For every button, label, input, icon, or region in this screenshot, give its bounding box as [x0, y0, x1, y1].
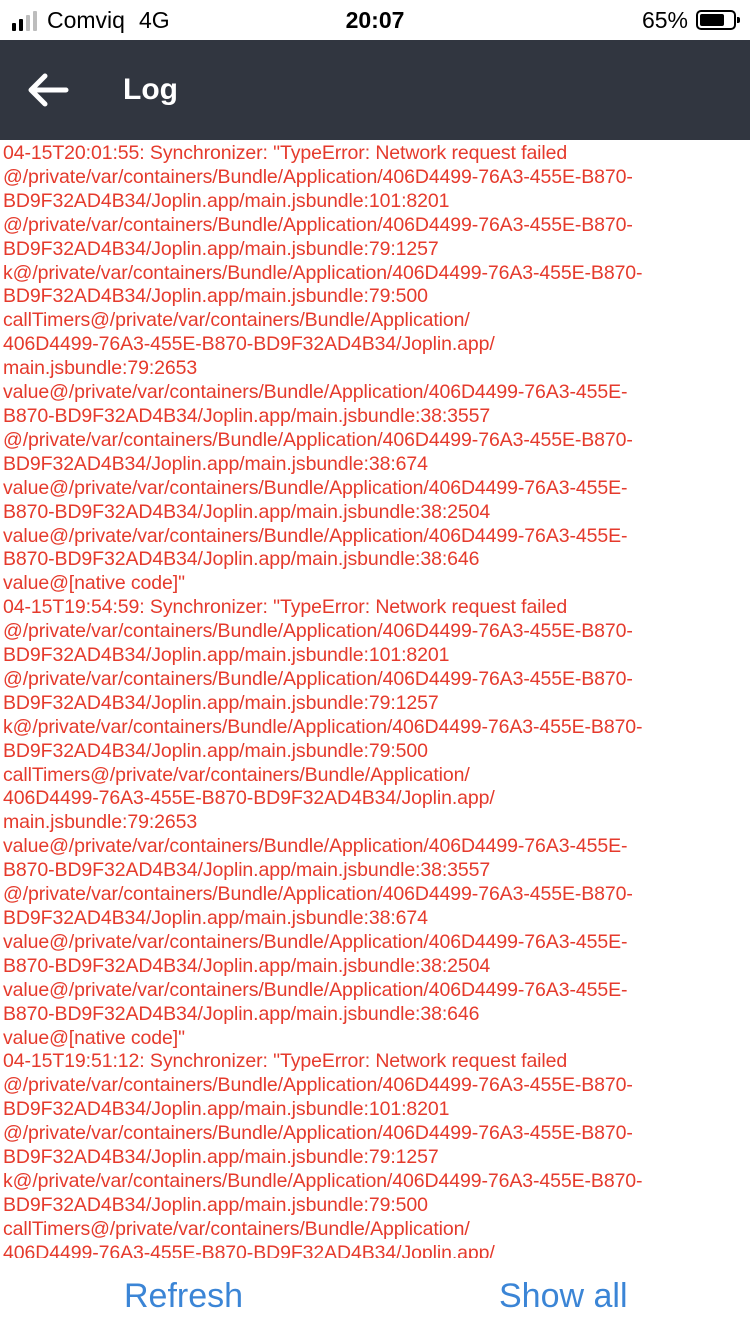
log-line: B870-BD9F32AD4B34/Joplin.app/main.jsbund…	[3, 548, 480, 571]
log-list: 04-15T20:01:55: Synchronizer: "TypeError…	[0, 140, 750, 1258]
battery-icon	[696, 10, 740, 30]
log-line: main.jsbundle:79:2653	[3, 357, 198, 380]
log-line: value@[native code]"	[3, 572, 185, 595]
log-line: @/private/var/containers/Bundle/Applicat…	[3, 667, 633, 690]
log-line: @/private/var/containers/Bundle/Applicat…	[3, 1074, 633, 1097]
log-line: B870-BD9F32AD4B34/Joplin.app/main.jsbund…	[3, 954, 491, 977]
log-line: B870-BD9F32AD4B34/Joplin.app/main.jsbund…	[3, 500, 491, 523]
log-line: BD9F32AD4B34/Joplin.app/main.jsbundle:79…	[3, 237, 439, 260]
log-line: value@/private/var/containers/Bundle/App…	[3, 524, 628, 547]
log-line: B870-BD9F32AD4B34/Joplin.app/main.jsbund…	[3, 404, 491, 427]
log-line: value@/private/var/containers/Bundle/App…	[3, 978, 628, 1001]
log-line: BD9F32AD4B34/Joplin.app/main.jsbundle:79…	[3, 285, 428, 308]
log-line: BD9F32AD4B34/Joplin.app/main.jsbundle:79…	[3, 1146, 439, 1169]
log-line: 04-15T19:51:12: Synchronizer: "TypeError…	[3, 1050, 568, 1073]
log-line: callTimers@/private/var/containers/Bundl…	[3, 1217, 470, 1240]
log-line: BD9F32AD4B34/Joplin.app/main.jsbundle:10…	[3, 1098, 450, 1121]
log-line: BD9F32AD4B34/Joplin.app/main.jsbundle:79…	[3, 739, 428, 762]
log-line: 04-15T20:01:55: Synchronizer: "TypeError…	[3, 142, 568, 164]
log-line: 406D4499-76A3-455E-B870-BD9F32AD4B34/Jop…	[3, 787, 495, 810]
log-line: 406D4499-76A3-455E-B870-BD9F32AD4B34/Jop…	[3, 1241, 495, 1258]
log-line: @/private/var/containers/Bundle/Applicat…	[3, 428, 633, 451]
page-title: Log	[123, 73, 178, 106]
log-line: value@/private/var/containers/Bundle/App…	[3, 476, 628, 499]
app-header: Log	[0, 40, 750, 140]
log-line: B870-BD9F32AD4B34/Joplin.app/main.jsbund…	[3, 1002, 480, 1025]
log-line: BD9F32AD4B34/Joplin.app/main.jsbundle:38…	[3, 452, 428, 475]
log-line: BD9F32AD4B34/Joplin.app/main.jsbundle:79…	[3, 691, 439, 714]
footer-toolbar: Refresh Show all	[0, 1258, 750, 1334]
log-line: k@/private/var/containers/Bundle/Applica…	[3, 715, 643, 738]
log-line: B870-BD9F32AD4B34/Joplin.app/main.jsbund…	[3, 859, 491, 882]
log-line: BD9F32AD4B34/Joplin.app/main.jsbundle:38…	[3, 907, 428, 929]
log-line: @/private/var/containers/Bundle/Applicat…	[3, 165, 633, 188]
back-button[interactable]	[16, 62, 80, 118]
log-line: BD9F32AD4B34/Joplin.app/main.jsbundle:10…	[3, 644, 450, 667]
log-line: value@[native code]"	[3, 1026, 185, 1049]
log-line: value@/private/var/containers/Bundle/App…	[3, 835, 628, 858]
log-line: @/private/var/containers/Bundle/Applicat…	[3, 213, 633, 236]
log-line: callTimers@/private/var/containers/Bundl…	[3, 309, 470, 332]
log-line: @/private/var/containers/Bundle/Applicat…	[3, 883, 633, 906]
show-all-button[interactable]: Show all	[499, 1274, 628, 1318]
log-line: main.jsbundle:79:2653	[3, 811, 198, 834]
log-line: @/private/var/containers/Bundle/Applicat…	[3, 1122, 633, 1145]
status-bar: Comviq 4G 20:07 65%	[0, 0, 750, 40]
refresh-button[interactable]: Refresh	[124, 1274, 243, 1318]
log-line: 04-15T19:54:59: Synchronizer: "TypeError…	[3, 596, 568, 619]
log-line: value@/private/var/containers/Bundle/App…	[3, 930, 628, 953]
log-line: value@/private/var/containers/Bundle/App…	[3, 381, 628, 404]
log-line: k@/private/var/containers/Bundle/Applica…	[3, 1169, 643, 1192]
log-line: callTimers@/private/var/containers/Bundl…	[3, 763, 470, 786]
clock: 20:07	[345, 7, 405, 33]
log-line: BD9F32AD4B34/Joplin.app/main.jsbundle:79…	[3, 1193, 428, 1216]
log-scroll-view[interactable]: 04-15T20:01:55: Synchronizer: "TypeError…	[0, 140, 750, 1258]
log-line: k@/private/var/containers/Bundle/Applica…	[3, 261, 643, 284]
arrow-left-icon	[28, 73, 69, 107]
log-line: @/private/var/containers/Bundle/Applicat…	[3, 620, 633, 643]
battery-percent: 65%	[641, 6, 688, 33]
log-line: BD9F32AD4B34/Joplin.app/main.jsbundle:10…	[3, 189, 450, 212]
log-line: 406D4499-76A3-455E-B870-BD9F32AD4B34/Jop…	[3, 333, 495, 356]
status-right: 65%	[641, 6, 740, 33]
